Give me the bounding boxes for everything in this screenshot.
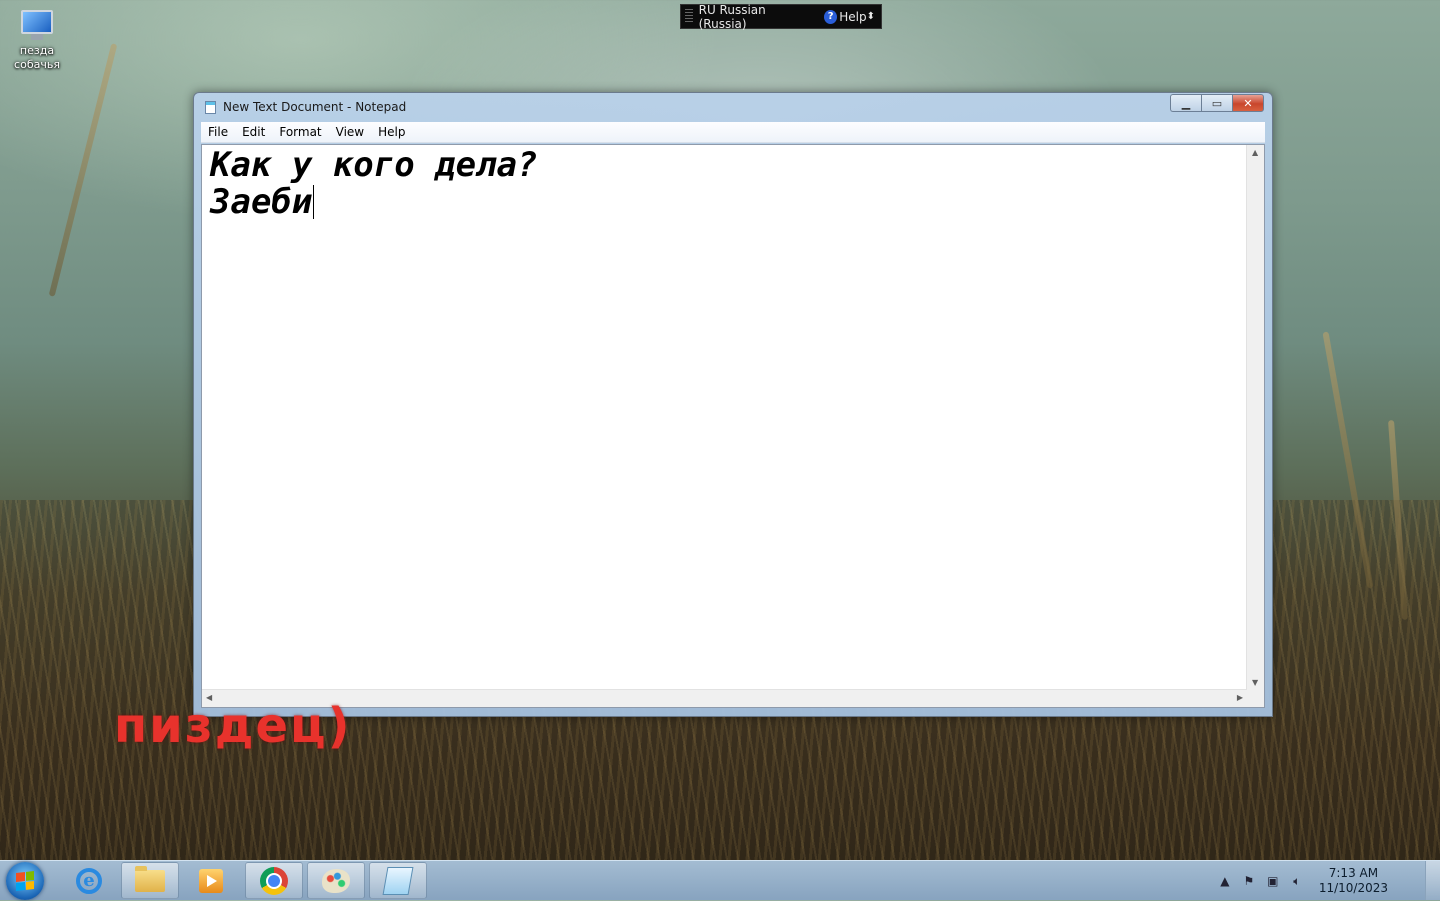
menu-bar: File Edit Format View Help	[201, 122, 1265, 143]
scroll-down-icon[interactable]: ▼	[1252, 678, 1258, 687]
notepad-icon[interactable]	[205, 100, 216, 114]
close-button[interactable]: ✕	[1232, 94, 1264, 112]
taskbar-windows-explorer[interactable]	[121, 862, 179, 899]
desktop-icon-computer[interactable]: пезда собачья	[6, 8, 68, 72]
window-title: New Text Document - Notepad	[223, 100, 407, 114]
system-tray: ▲ ⚑ ▣ 🔈︎ 7:13 AM 11/10/2023	[1213, 861, 1388, 901]
scroll-right-icon[interactable]: ▶	[1237, 693, 1243, 702]
notepad-window[interactable]: New Text Document - Notepad ▁ ▭ ✕ File E…	[193, 92, 1273, 717]
windows-logo-icon	[16, 871, 34, 891]
help-icon[interactable]: ?	[823, 9, 838, 24]
language-indicator[interactable]: RU Russian (Russia)	[699, 3, 812, 31]
language-bar-help[interactable]: Help	[839, 10, 866, 24]
taskbar-internet-explorer[interactable]: e	[60, 862, 118, 899]
text-editor[interactable]: Как у кого дела? Заеби ▲ ▼ ◀ ▶	[201, 144, 1265, 708]
taskbar-paint[interactable]	[307, 862, 365, 899]
editor-content[interactable]: Как у кого дела? Заеби	[210, 147, 538, 221]
horizontal-scrollbar[interactable]: ◀ ▶	[202, 689, 1247, 707]
network-icon[interactable]: ▣	[1265, 873, 1281, 889]
clock[interactable]: 7:13 AM 11/10/2023	[1319, 866, 1388, 896]
window-controls: ▁ ▭ ✕	[1170, 94, 1264, 112]
menu-help[interactable]: Help	[371, 125, 412, 139]
clock-date: 11/10/2023	[1318, 881, 1388, 895]
taskbar-chrome[interactable]	[245, 862, 303, 899]
text-line-2: Заеби	[210, 182, 313, 222]
taskbar-notepad[interactable]	[369, 862, 427, 899]
resize-grip-icon[interactable]	[1247, 690, 1264, 707]
action-center-flag-icon[interactable]: ⚑	[1241, 873, 1257, 889]
title-bar[interactable]: New Text Document - Notepad ▁ ▭ ✕	[194, 93, 1272, 121]
text-caret	[313, 185, 315, 219]
maximize-icon: ▭	[1211, 96, 1223, 110]
maximize-button[interactable]: ▭	[1201, 94, 1232, 112]
wallpaper-caption: пиздец)	[114, 698, 352, 754]
language-bar[interactable]: RU Russian (Russia) ? Help ⬍	[680, 3, 882, 31]
menu-file[interactable]: File	[201, 125, 235, 139]
minimize-button[interactable]: ▁	[1170, 94, 1201, 112]
wallpaper-wheat-stalk	[48, 43, 118, 297]
folder-icon	[135, 865, 165, 892]
menu-format[interactable]: Format	[272, 125, 328, 139]
vertical-scrollbar[interactable]: ▲ ▼	[1246, 145, 1264, 690]
volume-muted-icon[interactable]: 🔈︎	[1289, 873, 1305, 889]
show-hidden-icons-icon[interactable]: ▲	[1217, 873, 1233, 889]
grip-handle-icon[interactable]	[685, 9, 693, 24]
computer-icon	[17, 10, 57, 40]
desktop-icon-label: пезда собачья	[14, 44, 60, 71]
start-button[interactable]	[6, 862, 44, 900]
media-player-icon	[199, 868, 223, 893]
options-arrow-icon[interactable]: ⬍	[867, 11, 875, 22]
show-desktop-button[interactable]	[1425, 861, 1440, 900]
internet-explorer-icon: e	[76, 867, 102, 894]
menu-edit[interactable]: Edit	[235, 125, 272, 139]
paint-icon	[322, 868, 350, 893]
chrome-icon	[260, 866, 288, 895]
clock-time: 7:13 AM	[1328, 866, 1379, 880]
notepad-taskbar-icon	[382, 866, 414, 895]
taskbar-media-player[interactable]	[182, 862, 240, 899]
scroll-up-icon[interactable]: ▲	[1252, 148, 1258, 157]
menu-view[interactable]: View	[329, 125, 371, 139]
taskbar: e ▲ ⚑ ▣ 🔈︎ 7:13 AM 11/10/2023	[0, 860, 1440, 900]
close-icon: ✕	[1243, 96, 1253, 110]
minimize-icon: ▁	[1181, 96, 1191, 110]
text-line-1: Как у кого дела?	[210, 145, 538, 185]
